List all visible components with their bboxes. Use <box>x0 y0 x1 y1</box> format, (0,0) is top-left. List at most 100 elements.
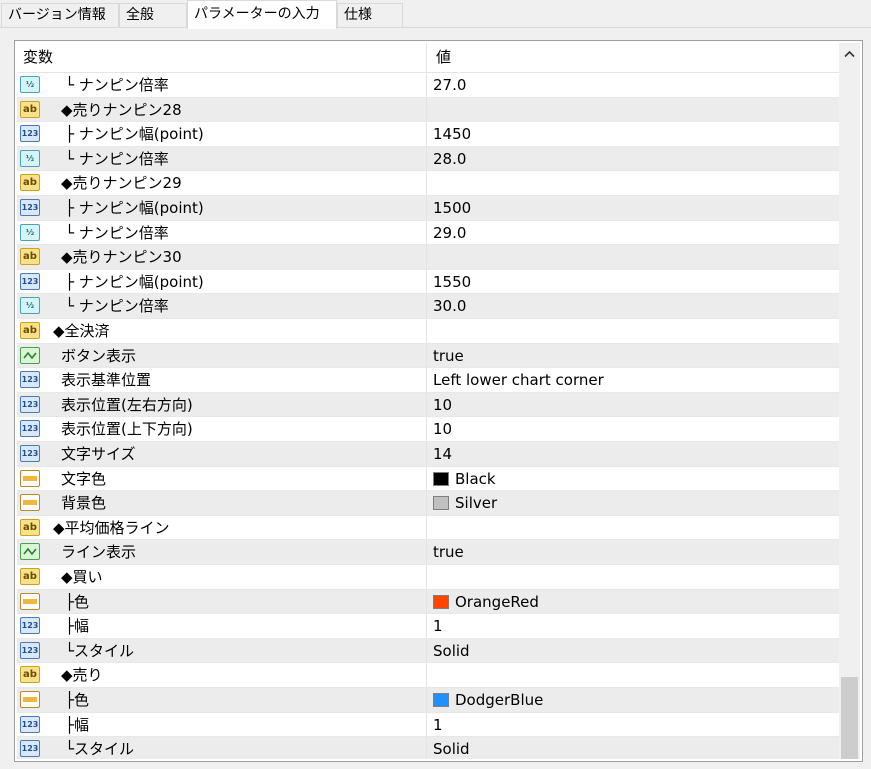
table-row[interactable]: 123 表示位置(左右方向) 10 <box>17 392 839 418</box>
variable-name: ライン表示 <box>61 543 137 562</box>
variable-name: 表示位置(左右方向) <box>61 395 193 414</box>
value-cell[interactable]: 1450 <box>427 122 839 146</box>
value-cell[interactable]: Silver <box>427 491 839 515</box>
string-type-icon: ab <box>20 666 40 684</box>
value-cell[interactable]: true <box>427 344 839 368</box>
variable-cell: ab ◆全決済 <box>17 319 427 343</box>
variable-name: ├幅 <box>65 617 90 636</box>
variable-cell: 123 ├ ナンピン幅(point) <box>17 196 427 220</box>
variable-name: ◆売りナンピン29 <box>61 174 182 193</box>
tab-specification[interactable]: 仕様 <box>337 3 403 27</box>
column-header-value[interactable]: 値 <box>427 43 839 72</box>
table-row[interactable]: ボタン表示 true <box>17 343 839 369</box>
table-row[interactable]: 123 └スタイル Solid <box>17 737 839 759</box>
value-cell[interactable] <box>427 663 839 687</box>
value-cell[interactable]: 1500 <box>427 196 839 220</box>
value-cell[interactable]: 10 <box>427 417 839 441</box>
table-row[interactable]: 123 表示基準位置 Left lower chart corner <box>17 368 839 393</box>
table-row[interactable]: 123 ├ ナンピン幅(point) 1500 <box>17 196 839 221</box>
table-row[interactable]: ab ◆売り <box>17 663 839 688</box>
table-row[interactable]: 123 表示位置(上下方向) 10 <box>17 417 839 442</box>
value-text: true <box>433 543 464 562</box>
double-type-icon: ½ <box>20 297 40 315</box>
table-row[interactable]: ab ◆平均価格ライン <box>17 515 839 541</box>
table-row[interactable]: 文字色 Black <box>17 466 839 492</box>
value-cell[interactable]: true <box>427 540 839 564</box>
table-row[interactable]: ├色 DodgerBlue <box>17 688 839 713</box>
value-cell[interactable] <box>427 565 839 589</box>
variable-name: ├幅 <box>65 715 90 734</box>
table-row[interactable]: ab ◆買い <box>17 565 839 590</box>
table-row[interactable]: ½ └ ナンピン倍率 28.0 <box>17 146 839 172</box>
grid-rows: ½ └ ナンピン倍率 27.0 ab ◆売りナンピン28 123 ├ ナンピン幅(point… <box>17 73 839 759</box>
value-cell[interactable] <box>427 245 839 269</box>
table-row[interactable]: 123 ├幅 1 <box>17 712 839 738</box>
table-row[interactable]: ライン表示 true <box>17 540 839 565</box>
value-cell[interactable]: 10 <box>427 393 839 417</box>
color-swatch <box>433 594 449 609</box>
table-row[interactable]: ½ └ ナンピン倍率 29.0 <box>17 220 839 246</box>
value-cell[interactable]: Left lower chart corner <box>427 368 839 392</box>
vertical-scrollbar[interactable] <box>839 43 860 759</box>
string-type-icon: ab <box>20 322 40 339</box>
value-cell[interactable]: 27.0 <box>427 73 839 97</box>
table-row[interactable]: 背景色 Silver <box>17 491 839 516</box>
value-cell[interactable]: 1 <box>427 614 839 638</box>
tab-version-info[interactable]: バージョン情報 <box>1 3 119 27</box>
value-cell[interactable]: Solid <box>427 737 839 759</box>
value-text: 30.0 <box>433 297 467 316</box>
string-type-icon: ab <box>20 100 40 118</box>
table-row[interactable]: 123 ├ ナンピン幅(point) 1450 <box>17 122 839 147</box>
string-type-icon: ab <box>20 174 40 192</box>
tab-general[interactable]: 全般 <box>119 3 187 27</box>
value-text: Solid <box>433 641 470 660</box>
value-cell[interactable] <box>427 319 839 343</box>
variable-name: ├色 <box>65 691 90 709</box>
scrollbar-thumb[interactable] <box>841 677 858 759</box>
value-cell[interactable]: 30.0 <box>427 294 839 318</box>
table-row[interactable]: ab ◆売りナンピン30 <box>17 245 839 270</box>
value-cell[interactable] <box>427 171 839 195</box>
value-cell[interactable]: 28.0 <box>427 147 839 171</box>
variable-cell: ab ◆買い <box>17 565 427 589</box>
variable-cell: 背景色 <box>17 491 427 515</box>
integer-type-icon: 123 <box>20 125 40 143</box>
table-row[interactable]: 123 文字サイズ 14 <box>17 442 839 467</box>
variable-cell: ab ◆売りナンピン30 <box>17 245 427 269</box>
variable-cell: ab ◆平均価格ライン <box>17 515 427 540</box>
value-text: 1550 <box>433 272 472 291</box>
variable-name: └ ナンピン倍率 <box>65 223 169 242</box>
tab-input-parameters[interactable]: パラメーターの入力 <box>187 0 337 29</box>
variable-cell: 123 └スタイル <box>17 737 427 759</box>
integer-type-icon: 123 <box>20 617 40 635</box>
table-row[interactable]: 123 ├ ナンピン幅(point) 1550 <box>17 269 839 295</box>
variable-name: ├色 <box>65 592 90 611</box>
value-cell[interactable]: DodgerBlue <box>427 688 839 712</box>
value-cell[interactable]: 14 <box>427 442 839 466</box>
table-row[interactable]: 123 ├幅 1 <box>17 614 839 639</box>
variable-name: └ ナンピン倍率 <box>65 149 169 168</box>
integer-type-icon: 123 <box>20 420 40 438</box>
value-text: true <box>433 346 464 365</box>
integer-type-icon: 123 <box>20 371 40 389</box>
variable-cell: 123 ├幅 <box>17 712 427 737</box>
table-row[interactable]: ½ └ ナンピン倍率 30.0 <box>17 294 839 319</box>
variable-cell: 123 ├幅 <box>17 614 427 638</box>
value-cell[interactable]: OrangeRed <box>427 590 839 614</box>
table-row[interactable]: ab ◆全決済 <box>17 319 839 344</box>
value-cell[interactable]: 29.0 <box>427 221 839 245</box>
value-cell[interactable]: Solid <box>427 639 839 663</box>
variable-name: 背景色 <box>61 494 107 513</box>
value-cell[interactable]: 1550 <box>427 270 839 294</box>
value-cell[interactable]: 1 <box>427 713 839 737</box>
table-row[interactable]: ab ◆売りナンピン28 <box>17 97 839 123</box>
value-cell[interactable]: Black <box>427 467 839 491</box>
table-row[interactable]: ½ └ ナンピン倍率 27.0 <box>17 73 839 98</box>
value-cell[interactable] <box>427 516 839 540</box>
scroll-up-button[interactable] <box>839 43 860 67</box>
value-cell[interactable] <box>427 98 839 122</box>
table-row[interactable]: ├色 OrangeRed <box>17 589 839 615</box>
table-row[interactable]: 123 └スタイル Solid <box>17 638 839 664</box>
column-header-variable[interactable]: 変数 <box>17 43 427 72</box>
table-row[interactable]: ab ◆売りナンピン29 <box>17 171 839 196</box>
